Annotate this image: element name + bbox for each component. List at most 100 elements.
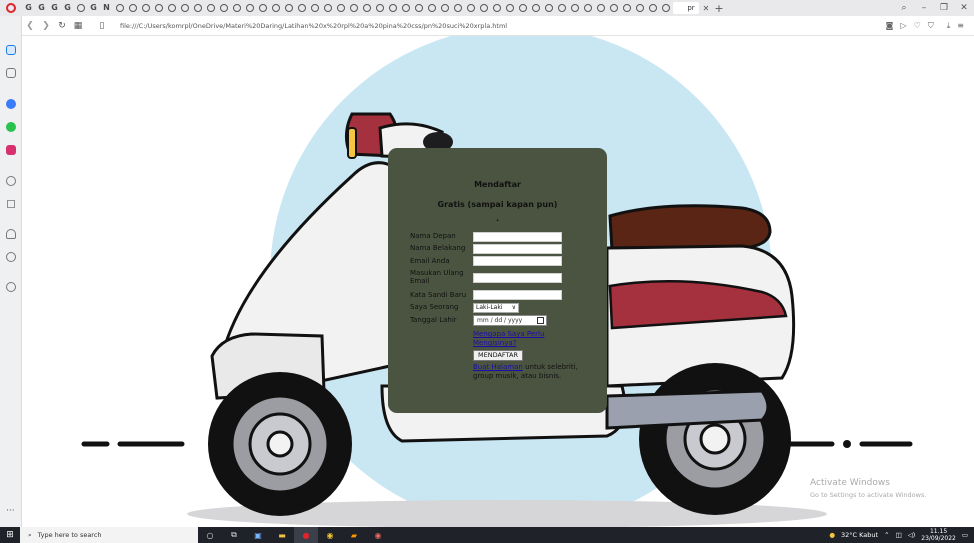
tab-13[interactable] [192, 2, 203, 14]
player-icon[interactable] [7, 200, 15, 208]
password-input[interactable] [473, 290, 562, 300]
tab-0[interactable]: G [23, 2, 34, 14]
tab-close-icon[interactable]: ✕ [700, 4, 712, 13]
tab-41[interactable] [556, 2, 567, 14]
volume-icon[interactable]: ◁) [908, 531, 916, 539]
opera-logo-icon[interactable] [0, 0, 22, 16]
tab-27[interactable] [374, 2, 385, 14]
tab-31[interactable] [426, 2, 437, 14]
first-name-input[interactable] [473, 232, 562, 242]
tab-16[interactable] [231, 2, 242, 14]
tab-6[interactable]: N [101, 2, 112, 14]
tabs-grid-icon[interactable]: ▦ [70, 21, 86, 31]
chevron-up-icon[interactable]: ⌃ [884, 531, 889, 539]
tab-47[interactable] [634, 2, 645, 14]
tab-19[interactable] [270, 2, 281, 14]
file-explorer-icon[interactable]: ▬ [270, 527, 294, 543]
tab-40[interactable] [543, 2, 554, 14]
whatsapp-icon[interactable] [6, 122, 16, 132]
weather-text[interactable]: 32°C Kabut [841, 531, 878, 539]
birthdate-input[interactable]: mm / dd / yyyy [473, 315, 547, 326]
heart-icon[interactable]: ♡ [914, 21, 921, 31]
tab-34[interactable] [465, 2, 476, 14]
tab-48[interactable] [647, 2, 658, 14]
tab-3[interactable]: G [62, 2, 73, 14]
tab-active[interactable]: pr [673, 2, 699, 14]
tab-23[interactable] [322, 2, 333, 14]
history-icon[interactable] [6, 252, 16, 262]
tab-11[interactable] [166, 2, 177, 14]
why-link[interactable]: Mengapa Saya Perlu Mengisinya? [473, 330, 583, 348]
email-repeat-input[interactable] [473, 273, 562, 283]
url-input[interactable]: file:///C:/Users/komrpl/OneDrive/Materi%… [120, 22, 886, 30]
sublime-icon[interactable]: ▰ [342, 527, 366, 543]
download-icon[interactable]: ⤓ [947, 21, 951, 31]
create-page-link[interactable]: Buat Halaman [473, 363, 523, 371]
tab-7[interactable] [114, 2, 125, 14]
network-icon[interactable]: ◫ [896, 531, 902, 539]
last-name-input[interactable] [473, 244, 562, 254]
search-tabs-icon[interactable]: ⌕ [894, 3, 914, 13]
home-icon[interactable] [6, 45, 16, 55]
menu-icon[interactable]: ≡ [957, 21, 964, 31]
news-icon[interactable] [6, 176, 16, 186]
tab-42[interactable] [569, 2, 580, 14]
clock[interactable]: 11.15 23/09/2022 [921, 528, 956, 542]
tab-9[interactable] [140, 2, 151, 14]
cortana-icon[interactable]: ○ [198, 527, 222, 543]
gender-select[interactable]: Laki-Laki [473, 303, 519, 313]
tab-45[interactable] [608, 2, 619, 14]
messenger-icon[interactable] [6, 99, 16, 109]
tab-35[interactable] [478, 2, 489, 14]
windows-start-icon[interactable]: ⊞ [0, 527, 20, 543]
tab-37[interactable] [504, 2, 515, 14]
tab-21[interactable] [296, 2, 307, 14]
instagram-icon[interactable] [6, 145, 16, 155]
tab-20[interactable] [283, 2, 294, 14]
forward-icon[interactable]: ❯ [38, 21, 54, 31]
send-icon[interactable]: ▷ [900, 21, 906, 31]
tab-28[interactable] [387, 2, 398, 14]
tab-17[interactable] [244, 2, 255, 14]
tab-38[interactable] [517, 2, 528, 14]
tab-33[interactable] [452, 2, 463, 14]
signup-button[interactable]: MENDAFTAR [473, 350, 523, 361]
tab-39[interactable] [530, 2, 541, 14]
chrome-profile-icon[interactable]: ◉ [366, 527, 390, 543]
email-input[interactable] [473, 256, 562, 266]
tab-18[interactable] [257, 2, 268, 14]
shield-icon[interactable]: ⛉ [928, 21, 934, 31]
tab-30[interactable] [413, 2, 424, 14]
tab-36[interactable] [491, 2, 502, 14]
window-close-icon[interactable]: ✕ [954, 3, 974, 13]
tab-25[interactable] [348, 2, 359, 14]
new-tab-icon[interactable]: + [712, 2, 726, 15]
tab-26[interactable] [361, 2, 372, 14]
tab-4[interactable] [75, 2, 86, 14]
calculator-icon[interactable]: ▣ [246, 527, 270, 543]
opera-taskbar-icon[interactable]: ● [294, 527, 318, 543]
task-view-icon[interactable]: ⧉ [222, 527, 246, 543]
back-icon[interactable]: ❮ [22, 21, 38, 31]
bookmarks-icon[interactable] [6, 229, 16, 239]
tab-10[interactable] [153, 2, 164, 14]
tab-22[interactable] [309, 2, 320, 14]
chrome-icon[interactable]: ◉ [318, 527, 342, 543]
tab-12[interactable] [179, 2, 190, 14]
tab-15[interactable] [218, 2, 229, 14]
restore-icon[interactable]: ❐ [934, 3, 954, 13]
reload-icon[interactable]: ↻ [54, 21, 70, 31]
tab-2[interactable]: G [49, 2, 60, 14]
tab-5[interactable]: G [88, 2, 99, 14]
notification-icon[interactable]: ▭ [962, 531, 968, 539]
calendar-icon[interactable] [537, 317, 544, 324]
speed-dial-icon[interactable] [6, 68, 16, 78]
tab-44[interactable] [595, 2, 606, 14]
tab-24[interactable] [335, 2, 346, 14]
tab-49[interactable] [660, 2, 671, 14]
tab-14[interactable] [205, 2, 216, 14]
camera-icon[interactable]: ◙ [886, 21, 894, 31]
tips-icon[interactable] [6, 282, 16, 292]
minimize-icon[interactable]: – [914, 3, 934, 13]
tab-8[interactable] [127, 2, 138, 14]
